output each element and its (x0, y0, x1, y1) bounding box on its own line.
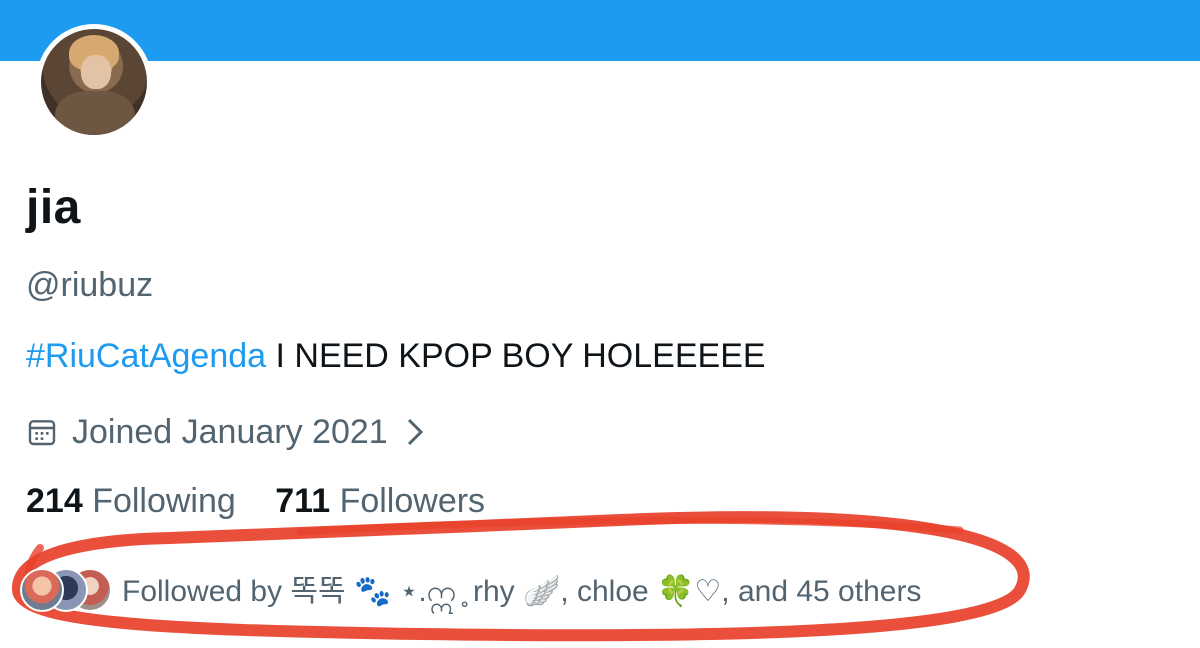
mutual-avatars (20, 568, 114, 614)
profile-bio: #RiuCatAgenda I NEED KPOP BOY HOLEEEEE (26, 337, 766, 376)
followers-link[interactable]: 711 Followers (275, 482, 485, 521)
display-name: jia (26, 181, 81, 234)
joined-date-text: Joined January 2021 (72, 412, 388, 451)
bio-hashtag-link[interactable]: #RiuCatAgenda (26, 337, 266, 375)
chevron-right-icon (407, 418, 423, 446)
following-label: Following (92, 482, 236, 520)
followers-label: Followers (339, 482, 486, 520)
profile-banner[interactable] (0, 0, 1200, 61)
followers-count: 711 (275, 482, 331, 520)
calendar-icon (28, 420, 56, 446)
follow-stats: 214 Following 711 Followers (26, 482, 515, 521)
bio-text: I NEED KPOP BOY HOLEEEEE (266, 337, 766, 375)
username-handle: @riubuz (26, 266, 154, 304)
following-count: 214 (26, 482, 83, 520)
followed-by-row[interactable]: Followed by 똑똑 🐾 ⋆.ဣ ̥ rhy 🪽, chloe 🍀♡, … (20, 566, 921, 616)
red-circle-annotation (12, 511, 1030, 642)
followed-by-text: Followed by 똑똑 🐾 ⋆.ဣ ̥ rhy 🪽, chloe 🍀♡, … (122, 575, 922, 608)
following-link[interactable]: 214 Following (26, 482, 236, 521)
mutual-avatar (20, 568, 64, 612)
profile-avatar[interactable] (36, 24, 152, 140)
avatar-photo (41, 29, 147, 135)
joined-date-row[interactable]: Joined January 2021 (26, 410, 426, 454)
